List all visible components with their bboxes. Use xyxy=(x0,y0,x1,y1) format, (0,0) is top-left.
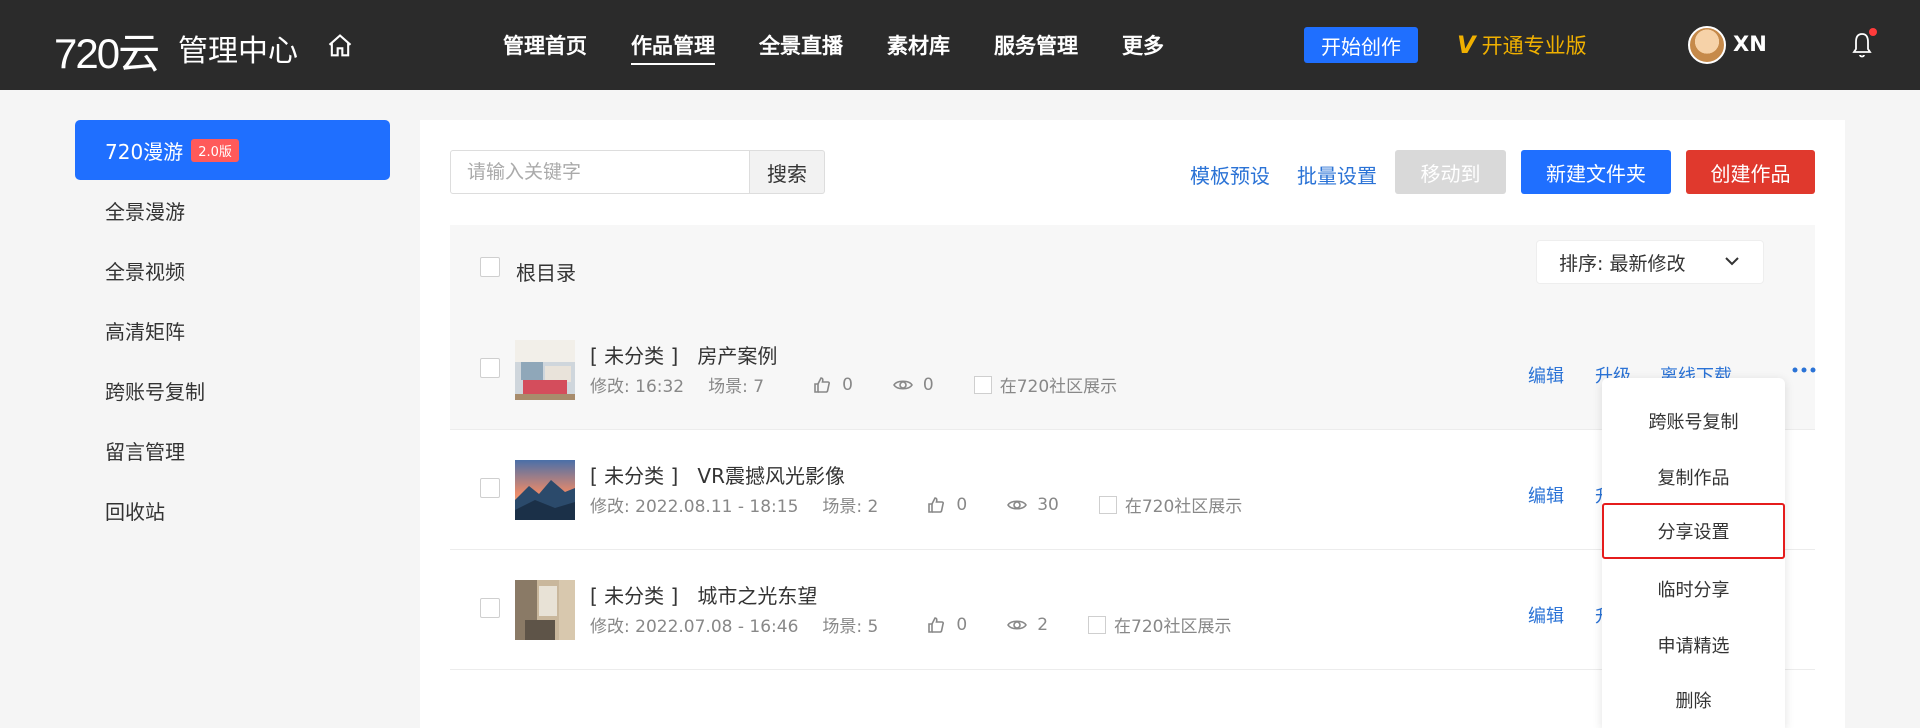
more-icon[interactable] xyxy=(1792,366,1816,374)
sidebar-item-label: 720漫游 xyxy=(105,139,184,164)
move-to-button[interactable]: 移动到 xyxy=(1395,150,1506,194)
row-checkbox[interactable] xyxy=(480,358,500,378)
like-count: 0 xyxy=(956,494,968,515)
new-folder-button[interactable]: 新建文件夹 xyxy=(1521,150,1671,194)
like-count: 0 xyxy=(842,374,853,395)
community-label: 在720社区展示 xyxy=(1114,617,1232,637)
root-directory-label: 根目录 xyxy=(516,261,576,285)
list-header: 根目录 排序: 最新修改 xyxy=(450,225,1815,310)
eye-icon xyxy=(1007,619,1028,630)
vip-icon: V xyxy=(1457,31,1476,59)
community-label: 在720社区展示 xyxy=(1124,497,1243,517)
view-count: 30 xyxy=(1037,494,1059,515)
eye-icon xyxy=(1007,499,1028,510)
like-count: 0 xyxy=(956,614,968,635)
notification-dot xyxy=(1869,28,1877,36)
community-checkbox[interactable] xyxy=(1098,495,1117,514)
sort-label: 排序: 最新修改 xyxy=(1559,252,1686,275)
view-count: 2 xyxy=(1037,614,1049,635)
app-title: 管理中心 xyxy=(178,34,298,69)
modified-time: 修改: 2022.07.08 - 16:46 xyxy=(590,617,799,637)
select-all-checkbox[interactable] xyxy=(480,257,500,277)
chevron-down-icon xyxy=(1725,257,1739,266)
nav-services[interactable]: 服务管理 xyxy=(994,30,1078,65)
username[interactable]: XN xyxy=(1733,32,1767,56)
sidebar-item-comments[interactable]: 留言管理 xyxy=(75,420,390,480)
sidebar-item-recycle-bin[interactable]: 回收站 xyxy=(75,480,390,540)
community-label: 在720社区展示 xyxy=(999,377,1118,397)
work-thumbnail[interactable] xyxy=(515,460,575,520)
search-button[interactable]: 搜索 xyxy=(750,150,825,194)
thumbs-up-icon xyxy=(928,496,945,513)
community-checkbox[interactable] xyxy=(1088,615,1107,634)
work-thumbnail[interactable] xyxy=(515,340,575,400)
menu-item-cross-account-copy[interactable]: 跨账号复制 xyxy=(1602,393,1785,449)
search-input[interactable] xyxy=(450,150,750,194)
category-label: [ 未分类 ] xyxy=(590,584,679,608)
category-label: [ 未分类 ] xyxy=(590,344,679,368)
work-name: 房产案例 xyxy=(697,344,778,368)
create-work-button[interactable]: 创建作品 xyxy=(1686,150,1815,194)
work-title[interactable]: [ 未分类 ] 房产案例 xyxy=(590,340,777,369)
sidebar-item-cross-account-copy[interactable]: 跨账号复制 xyxy=(75,360,390,420)
menu-item-delete[interactable]: 删除 xyxy=(1602,672,1785,728)
thumbs-up-icon xyxy=(814,376,831,393)
menu-item-temporary-share[interactable]: 临时分享 xyxy=(1602,561,1785,617)
thumbs-up-icon xyxy=(928,616,945,633)
menu-item-copy-work[interactable]: 复制作品 xyxy=(1602,449,1785,505)
work-title[interactable]: [ 未分类 ] 城市之光东望 xyxy=(590,580,817,609)
work-meta: 修改: 16:32 场景: 7 0 0 在720社区展示 xyxy=(590,372,1118,398)
sidebar-item-panorama-video[interactable]: 全景视频 xyxy=(75,240,390,300)
edit-link[interactable]: 编辑 xyxy=(1528,362,1564,388)
nav-materials[interactable]: 素材库 xyxy=(887,30,950,65)
main-nav: 管理首页 作品管理 全景直播 素材库 服务管理 更多 xyxy=(503,30,1208,65)
work-meta: 修改: 2022.08.11 - 18:15 场景: 2 0 30 在720社区… xyxy=(590,492,1243,518)
edit-link[interactable]: 编辑 xyxy=(1528,602,1564,628)
menu-item-share-settings[interactable]: 分享设置 xyxy=(1602,503,1785,559)
work-thumbnail[interactable] xyxy=(515,580,575,640)
work-name: 城市之光东望 xyxy=(697,584,818,608)
sidebar: 720漫游 2.0版 全景漫游 全景视频 高清矩阵 跨账号复制 留言管理 回收站 xyxy=(75,120,390,540)
top-navbar: 720云 管理中心 管理首页 作品管理 全景直播 素材库 服务管理 更多 开始创… xyxy=(0,0,1920,90)
nav-works[interactable]: 作品管理 xyxy=(631,30,715,65)
upgrade-pro-link[interactable]: V 开通专业版 xyxy=(1457,30,1587,60)
view-count: 0 xyxy=(922,374,934,395)
work-name: VR震撼风光影像 xyxy=(697,464,845,488)
logo[interactable]: 720云 xyxy=(54,20,160,81)
nav-live[interactable]: 全景直播 xyxy=(759,30,843,65)
work-title[interactable]: [ 未分类 ] VR震撼风光影像 xyxy=(590,460,845,489)
sidebar-item-720-tour[interactable]: 720漫游 2.0版 xyxy=(75,120,390,180)
work-meta: 修改: 2022.07.08 - 16:46 场景: 5 0 2 在720社区展… xyxy=(590,612,1232,638)
scene-count: 场景: 2 xyxy=(822,497,879,517)
eye-icon xyxy=(892,379,913,390)
community-checkbox[interactable] xyxy=(973,375,992,394)
template-preset-link[interactable]: 模板预设 xyxy=(1190,160,1270,189)
row-checkbox[interactable] xyxy=(480,478,500,498)
upgrade-pro-label: 开通专业版 xyxy=(1481,34,1587,58)
batch-settings-link[interactable]: 批量设置 xyxy=(1297,160,1377,189)
version-badge: 2.0版 xyxy=(191,138,239,162)
start-create-button[interactable]: 开始创作 xyxy=(1304,27,1418,63)
nav-more[interactable]: 更多 xyxy=(1122,30,1164,65)
sidebar-item-hd-matrix[interactable]: 高清矩阵 xyxy=(75,300,390,360)
modified-time: 修改: 2022.08.11 - 18:15 xyxy=(590,497,799,517)
modified-time: 修改: 16:32 xyxy=(590,377,685,397)
scene-count: 场景: 5 xyxy=(822,617,879,637)
category-label: [ 未分类 ] xyxy=(590,464,679,488)
sidebar-item-panorama-tour[interactable]: 全景漫游 xyxy=(75,180,390,240)
home-icon[interactable] xyxy=(326,32,354,60)
avatar[interactable] xyxy=(1688,26,1726,64)
menu-item-apply-featured[interactable]: 申请精选 xyxy=(1602,617,1785,673)
nav-home[interactable]: 管理首页 xyxy=(503,30,587,65)
more-actions-menu: 跨账号复制 复制作品 分享设置 临时分享 申请精选 删除 xyxy=(1602,378,1785,728)
sort-dropdown[interactable]: 排序: 最新修改 xyxy=(1536,240,1764,284)
edit-link[interactable]: 编辑 xyxy=(1528,482,1564,508)
row-checkbox[interactable] xyxy=(480,598,500,618)
scene-count: 场景: 7 xyxy=(708,377,765,397)
